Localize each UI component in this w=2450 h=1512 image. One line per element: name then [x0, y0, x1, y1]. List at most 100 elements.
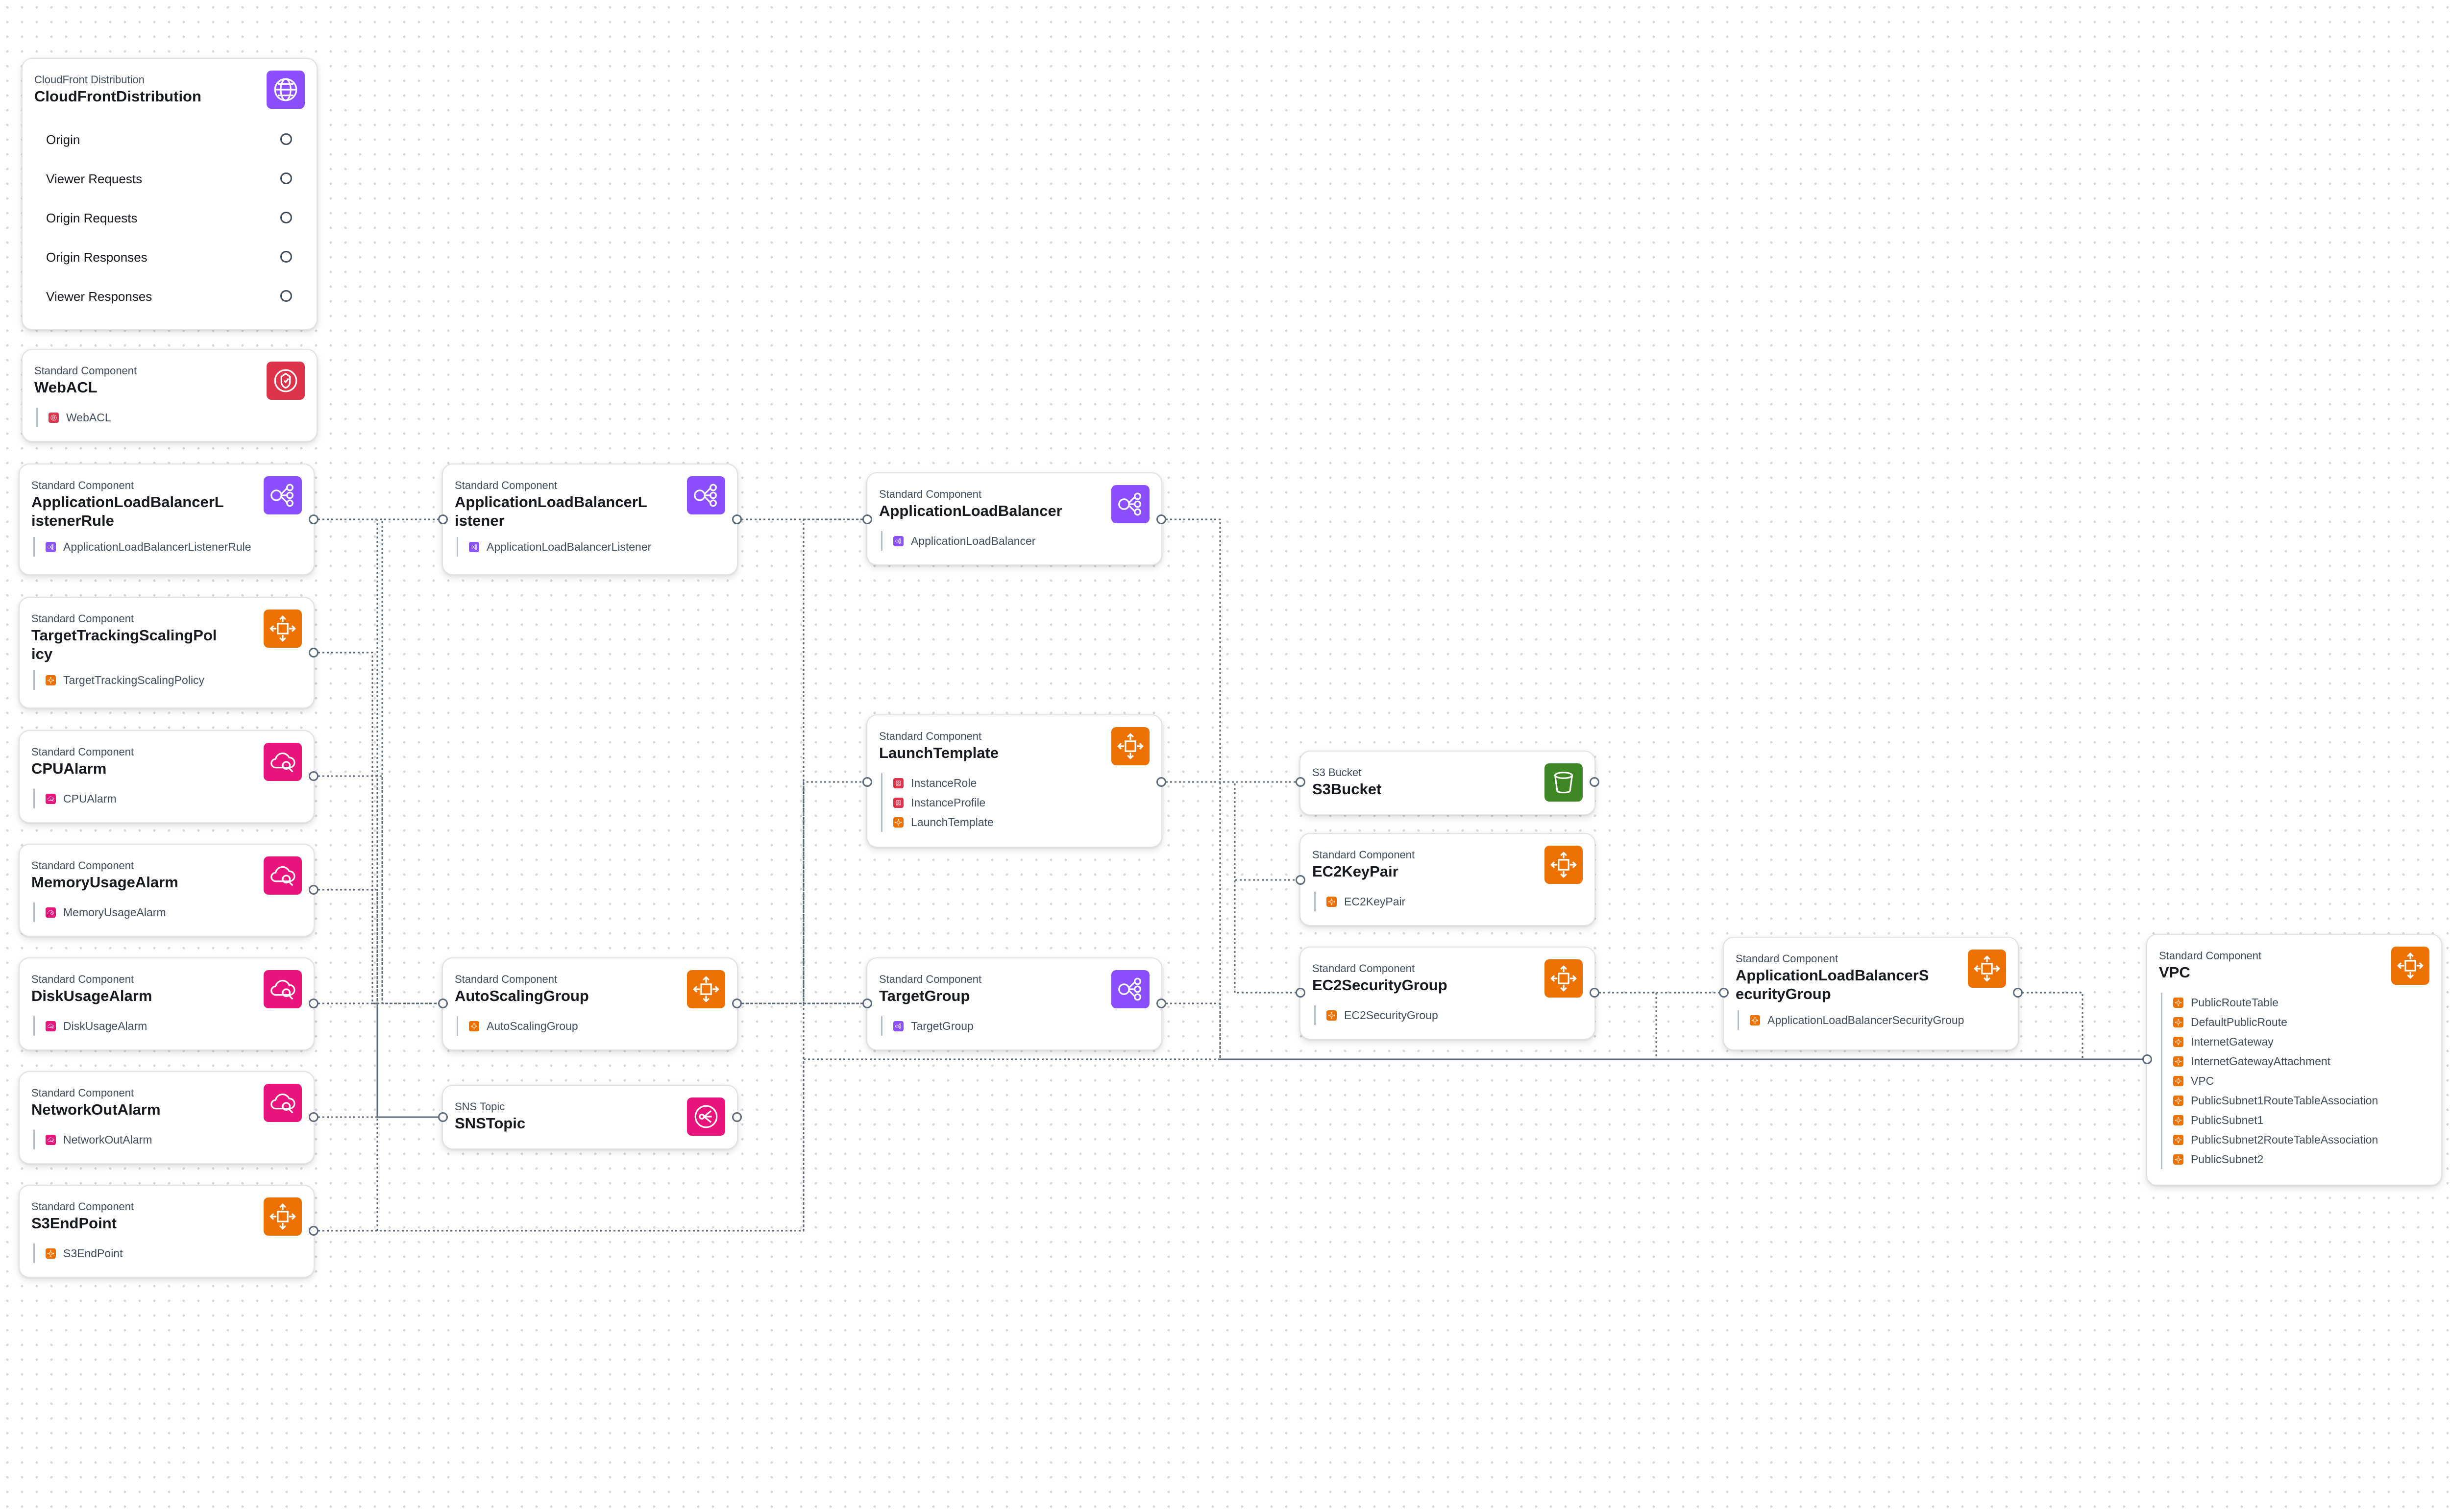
child-resource[interactable]: InternetGatewayAttachment: [2162, 1051, 2330, 1071]
listener-node[interactable]: Standard Component ApplicationLoadBalance…: [442, 463, 738, 575]
child-resource[interactable]: DefaultPublicRoute: [2162, 1012, 2287, 1032]
s3-bucket-out-port[interactable]: [1590, 777, 1599, 787]
alb-out-port[interactable]: [1156, 514, 1166, 524]
connection-edge: [1161, 781, 1300, 994]
child-resource[interactable]: AutoScalingGroup: [458, 1016, 578, 1036]
launch-template-in-port[interactable]: [862, 777, 872, 787]
autoscaling-icon: [1111, 727, 1150, 765]
cloudwatch-alarm-icon: [264, 856, 302, 895]
child-resource[interactable]: TargetTrackingScalingPolicy: [35, 670, 204, 690]
child-resource[interactable]: EC2KeyPair: [1316, 892, 1405, 911]
asg-in-port[interactable]: [438, 999, 448, 1008]
launch-template-node[interactable]: Standard Component LaunchTemplate Instance…: [866, 714, 1162, 848]
child-resource[interactable]: EC2SecurityGroup: [1316, 1005, 1438, 1025]
network-alarm-node[interactable]: Standard Component NetworkOutAlarm Network…: [19, 1071, 315, 1164]
child-resource-label: ApplicationLoadBalancerListenerRule: [63, 540, 251, 553]
iam-icon: [893, 778, 904, 788]
autoscaling-icon: [1750, 1015, 1760, 1025]
child-resource[interactable]: InternetGateway: [2162, 1032, 2274, 1051]
cf-viewer-requests-radio[interactable]: [280, 172, 292, 184]
child-resource[interactable]: PublicSubnet2RouteTableAssociation: [2162, 1130, 2378, 1149]
memory-alarm-node[interactable]: Standard Component MemoryUsageAlarm Memory…: [19, 844, 315, 937]
s3-endpoint-out-port[interactable]: [309, 1226, 318, 1236]
child-resource[interactable]: LaunchTemplate: [882, 812, 994, 832]
sns-out-port[interactable]: [732, 1112, 742, 1122]
child-resource-label: EC2SecurityGroup: [1344, 1009, 1438, 1022]
target-group-out-port[interactable]: [1156, 999, 1166, 1008]
child-resource[interactable]: PublicSubnet1: [2162, 1110, 2263, 1130]
child-resource[interactable]: ApplicationLoadBalancerSecurityGroup: [1739, 1010, 1964, 1030]
alb-sg-node[interactable]: Standard Component ApplicationLoadBalance…: [1723, 937, 2019, 1050]
ec2-sg-node[interactable]: Standard Component EC2SecurityGroup EC2Sec…: [1299, 947, 1595, 1040]
load-balancer-icon: [1111, 970, 1150, 1008]
child-resource[interactable]: WebACL: [38, 408, 111, 427]
child-resource[interactable]: CPUAlarm: [35, 789, 117, 808]
asg-out-port[interactable]: [732, 999, 742, 1008]
disk-alarm-node[interactable]: Standard Component DiskUsageAlarm DiskUsag…: [19, 957, 315, 1050]
alb-in-port[interactable]: [862, 514, 872, 524]
launch-template-out-port[interactable]: [1156, 777, 1166, 787]
ec2-sg-out-port[interactable]: [1590, 988, 1599, 998]
listener-in-port[interactable]: [438, 514, 448, 524]
memory-alarm-out-port[interactable]: [309, 885, 318, 895]
child-resource[interactable]: DiskUsageAlarm: [35, 1016, 147, 1036]
cpu-alarm-out-port[interactable]: [309, 771, 318, 781]
autoscaling-icon: [264, 1197, 302, 1236]
disk-alarm-out-port[interactable]: [309, 999, 318, 1008]
scaling-policy-out-port[interactable]: [309, 648, 318, 658]
child-resource[interactable]: S3EndPoint: [35, 1244, 122, 1263]
load-balancer-icon: [893, 1021, 904, 1031]
asg-node[interactable]: Standard Component AutoScalingGroup AutoSc…: [442, 957, 738, 1050]
alb-node[interactable]: Standard Component ApplicationLoadBalance…: [866, 472, 1162, 565]
autoscaling-icon: [2173, 1056, 2183, 1067]
listener-rule-out-port[interactable]: [309, 514, 318, 524]
child-resource[interactable]: VPC: [2162, 1071, 2214, 1091]
child-resource-label: S3EndPoint: [63, 1247, 123, 1260]
node-children-list: CPUAlarm: [33, 789, 117, 808]
alb-sg-in-port[interactable]: [1719, 988, 1729, 998]
vpc-in-port[interactable]: [2142, 1054, 2152, 1064]
child-resource[interactable]: NetworkOutAlarm: [35, 1130, 152, 1149]
cloudfront-icon: [267, 71, 305, 109]
cloudfront-distribution-node[interactable]: CloudFront Distribution CloudFrontDistri…: [22, 58, 318, 330]
s3-bucket-in-port[interactable]: [1296, 777, 1305, 787]
s3-bucket-node[interactable]: S3 Bucket S3Bucket: [1299, 751, 1595, 815]
cf-origin-responses-radio[interactable]: [280, 251, 292, 263]
child-resource[interactable]: InstanceRole: [882, 773, 977, 793]
cf-viewer-responses-radio[interactable]: [280, 290, 292, 302]
sns-in-port[interactable]: [438, 1112, 448, 1122]
target-group-node[interactable]: Standard Component TargetGroup TargetGroup: [866, 957, 1162, 1050]
child-resource-label: EC2KeyPair: [1344, 895, 1406, 908]
cf-origin-radio[interactable]: [280, 133, 292, 145]
keypair-node[interactable]: Standard Component EC2KeyPair EC2KeyPair: [1299, 833, 1595, 926]
sns-node[interactable]: SNS Topic SNSTopic: [442, 1085, 738, 1149]
node-type-label: Standard Component: [31, 746, 134, 758]
node-children-list: InstanceRole InstanceProfile LaunchTemplat…: [881, 773, 994, 832]
cf-row-origin: Origin: [46, 132, 80, 147]
node-children-list: TargetGroup: [881, 1016, 974, 1036]
keypair-in-port[interactable]: [1296, 875, 1305, 885]
child-resource[interactable]: PublicSubnet2: [2162, 1149, 2263, 1169]
cf-origin-requests-radio[interactable]: [280, 212, 292, 223]
scaling-policy-node[interactable]: Standard Component TargetTrackingScalingP…: [19, 597, 315, 708]
ec2-sg-in-port[interactable]: [1296, 988, 1305, 998]
webacl-node[interactable]: Standard Component WebACL WebACL: [22, 349, 318, 442]
alb-sg-out-port[interactable]: [2013, 988, 2023, 998]
listener-rule-node[interactable]: Standard Component ApplicationLoadBalance…: [19, 463, 315, 575]
child-resource[interactable]: TargetGroup: [882, 1016, 974, 1036]
child-resource[interactable]: ApplicationLoadBalancerListenerRule: [35, 537, 251, 557]
child-resource[interactable]: ApplicationLoadBalancerListener: [458, 537, 651, 557]
child-resource[interactable]: ApplicationLoadBalancer: [882, 531, 1035, 551]
child-resource[interactable]: PublicSubnet1RouteTableAssociation: [2162, 1091, 2378, 1110]
child-resource[interactable]: PublicRouteTable: [2162, 993, 2278, 1012]
child-resource[interactable]: MemoryUsageAlarm: [35, 902, 166, 922]
node-title: ApplicationLoadBalancerL istener: [455, 493, 647, 529]
network-alarm-out-port[interactable]: [309, 1112, 318, 1122]
vpc-node[interactable]: Standard Component VPC PublicRouteTable Def…: [2146, 934, 2442, 1186]
s3-endpoint-node[interactable]: Standard Component S3EndPoint S3EndPoint: [19, 1185, 315, 1278]
listener-out-port[interactable]: [732, 514, 742, 524]
target-group-in-port[interactable]: [862, 999, 872, 1008]
child-resource[interactable]: InstanceProfile: [882, 793, 985, 812]
cpu-alarm-node[interactable]: Standard Component CPUAlarm CPUAlarm: [19, 730, 315, 823]
node-children-list: ApplicationLoadBalancerListenerRule: [33, 537, 251, 557]
